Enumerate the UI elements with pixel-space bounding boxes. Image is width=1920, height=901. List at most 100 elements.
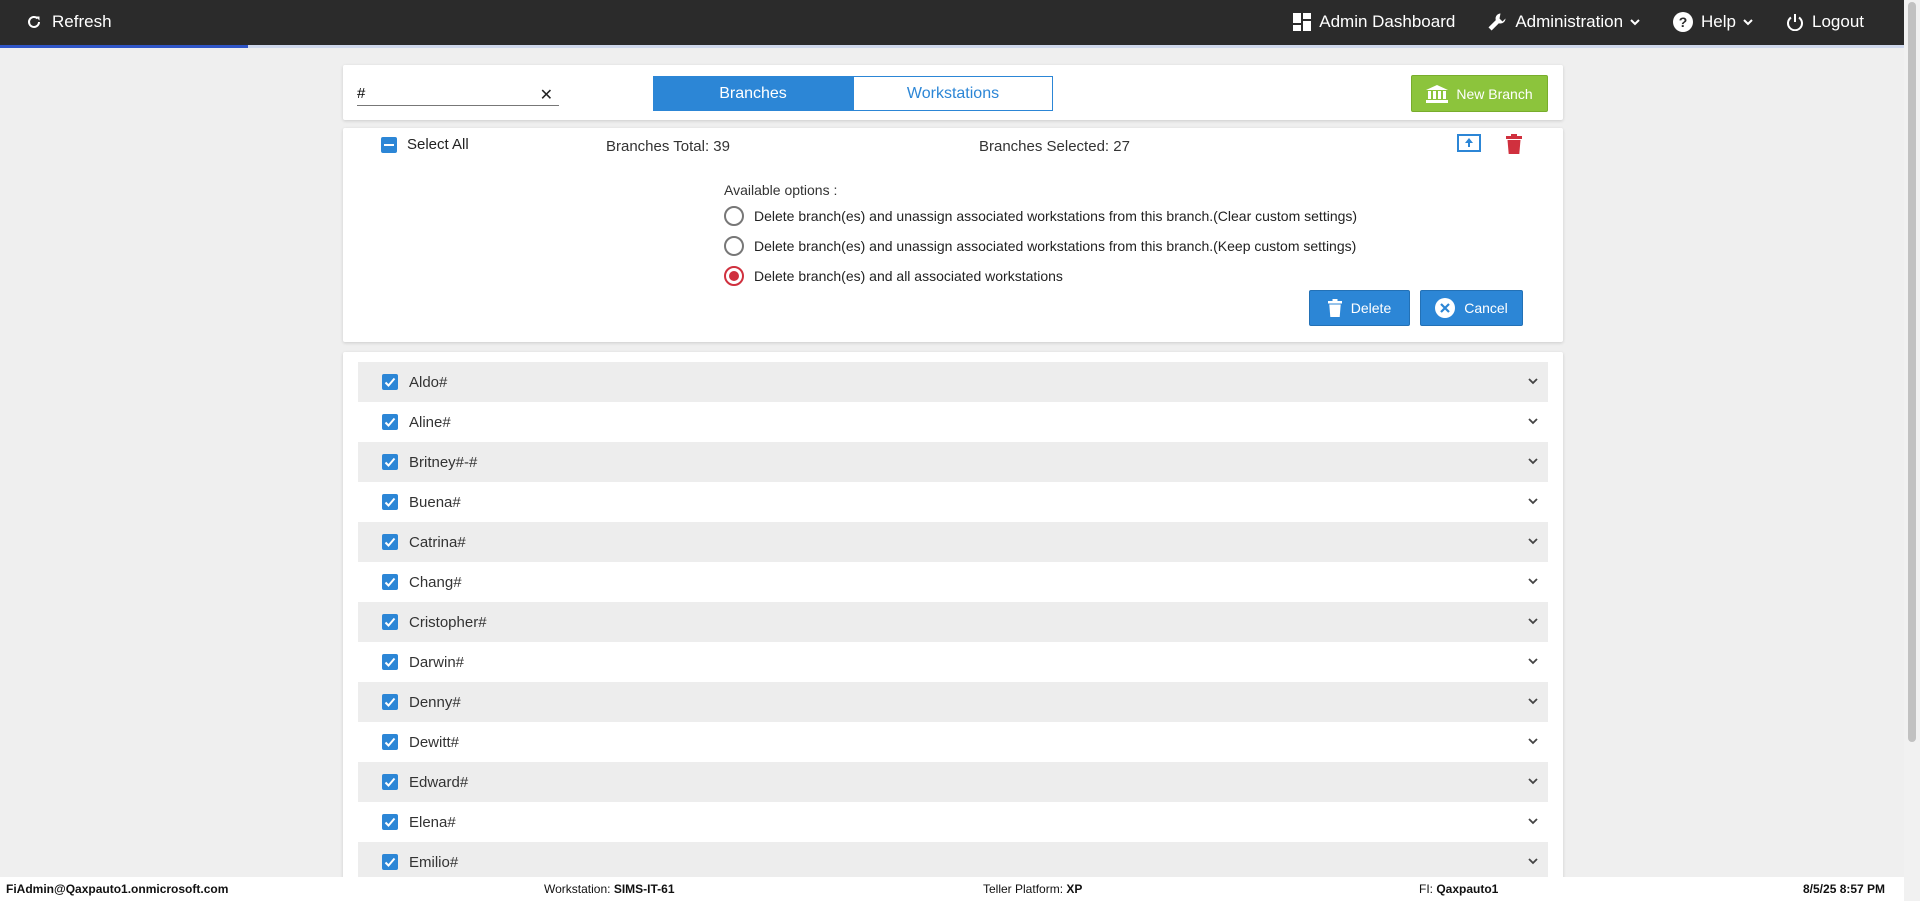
option-clear-custom-settings[interactable]: Delete branch(es) and unassign associate… xyxy=(724,206,1357,226)
expand-row-button[interactable] xyxy=(1526,454,1540,473)
checkmark-icon xyxy=(384,697,396,707)
chevron-down-icon xyxy=(1528,578,1538,585)
option-label: Delete branch(es) and all associated wor… xyxy=(754,268,1063,284)
expand-row-button[interactable] xyxy=(1526,774,1540,793)
cancel-label: Cancel xyxy=(1464,300,1508,316)
branch-name: Dewitt# xyxy=(409,733,460,751)
logout-label: Logout xyxy=(1812,12,1864,31)
wrench-icon xyxy=(1488,13,1506,31)
delete-label: Delete xyxy=(1350,300,1392,316)
branch-checkbox[interactable] xyxy=(382,734,398,750)
logout-button[interactable]: Logout xyxy=(1786,12,1864,32)
branch-row[interactable]: Britney#-# xyxy=(358,442,1548,482)
checkmark-icon xyxy=(384,817,396,827)
expand-row-button[interactable] xyxy=(1526,614,1540,633)
expand-row-button[interactable] xyxy=(1526,654,1540,673)
branch-checkbox[interactable] xyxy=(382,414,398,430)
branch-row[interactable]: Cristopher# xyxy=(358,602,1548,642)
branch-checkbox[interactable] xyxy=(382,534,398,550)
tab-branches[interactable]: Branches xyxy=(653,76,853,111)
branch-row[interactable]: Denny# xyxy=(358,682,1548,722)
branch-row[interactable]: Elena# xyxy=(358,802,1548,842)
footer-workstation-value: SIMS-IT-61 xyxy=(613,882,675,896)
footer-fi-value: Qaxpauto1 xyxy=(1436,882,1499,896)
dashboard-icon xyxy=(1293,13,1312,31)
power-icon xyxy=(1787,14,1803,31)
branch-checkbox[interactable] xyxy=(382,574,398,590)
branch-row[interactable]: Aline# xyxy=(358,402,1548,442)
branch-checkbox[interactable] xyxy=(382,814,398,830)
branch-checkbox[interactable] xyxy=(382,854,398,870)
branch-row[interactable]: Buena# xyxy=(358,482,1548,522)
expand-row-button[interactable] xyxy=(1526,694,1540,713)
expand-row-button[interactable] xyxy=(1526,854,1540,873)
clear-search-icon[interactable]: ✕ xyxy=(540,85,553,105)
help-menu[interactable]: ? Help xyxy=(1673,12,1754,32)
radio-unselected xyxy=(724,236,744,256)
radio-selected xyxy=(724,266,744,286)
chevron-down-icon xyxy=(1528,778,1538,785)
branch-checkbox[interactable] xyxy=(382,494,398,510)
expand-row-button[interactable] xyxy=(1526,734,1540,753)
loading-progress-bar xyxy=(0,45,1904,48)
branch-checkbox[interactable] xyxy=(382,774,398,790)
footer-user: FiAdmin@Qaxpauto1.onmicrosoft.com xyxy=(6,882,229,896)
checkmark-icon xyxy=(384,497,396,507)
branch-checkbox[interactable] xyxy=(382,614,398,630)
footer-platform-value: XP xyxy=(1066,882,1083,896)
chevron-down-icon xyxy=(1528,618,1538,625)
expand-row-button[interactable] xyxy=(1526,814,1540,833)
branch-row[interactable]: Dewitt# xyxy=(358,722,1548,762)
option-label: Delete branch(es) and unassign associate… xyxy=(754,208,1358,224)
export-button[interactable] xyxy=(1457,134,1481,159)
admin-dashboard-link[interactable]: Admin Dashboard xyxy=(1293,12,1455,32)
expand-row-button[interactable] xyxy=(1526,494,1540,513)
scrollbar-thumb[interactable] xyxy=(1908,2,1916,742)
administration-label: Administration xyxy=(1515,12,1624,31)
branch-row[interactable]: Darwin# xyxy=(358,642,1548,682)
branch-checkbox[interactable] xyxy=(382,374,398,390)
bulk-actions-panel: Select All Branches Total: 39 Branches S… xyxy=(343,128,1563,342)
close-circle-icon xyxy=(1435,298,1456,318)
branch-checkbox[interactable] xyxy=(382,654,398,670)
help-label: Help xyxy=(1701,12,1736,31)
checkmark-icon xyxy=(384,657,396,667)
expand-row-button[interactable] xyxy=(1526,534,1540,553)
cancel-button[interactable]: Cancel xyxy=(1420,290,1523,326)
branch-row[interactable]: Chang# xyxy=(358,562,1548,602)
branch-checkbox[interactable] xyxy=(382,694,398,710)
trash-icon xyxy=(1506,134,1522,154)
page-scrollbar[interactable] xyxy=(1904,0,1920,901)
footer-fi-label: FI: xyxy=(1419,882,1433,896)
option-label: Delete branch(es) and unassign associate… xyxy=(754,238,1357,254)
option-keep-custom-settings[interactable]: Delete branch(es) and unassign associate… xyxy=(724,236,1356,256)
branch-row[interactable]: Catrina# xyxy=(358,522,1548,562)
expand-row-button[interactable] xyxy=(1526,574,1540,593)
branch-checkbox[interactable] xyxy=(382,454,398,470)
footer-platform-label: Teller Platform: xyxy=(983,882,1064,896)
administration-menu[interactable]: Administration xyxy=(1487,12,1641,32)
search-input[interactable] xyxy=(357,81,527,105)
chevron-down-icon xyxy=(1528,698,1538,705)
refresh-button[interactable]: Refresh xyxy=(26,12,112,32)
new-branch-button[interactable]: New Branch xyxy=(1411,75,1548,112)
branch-row[interactable]: Aldo# xyxy=(358,362,1548,402)
option-delete-all-workstations[interactable]: Delete branch(es) and all associated wor… xyxy=(724,266,1063,286)
branch-name: Cristopher# xyxy=(409,613,487,631)
branch-name: Aldo# xyxy=(409,373,448,391)
checkmark-icon xyxy=(384,617,396,627)
branch-row[interactable]: Emilio# xyxy=(358,842,1548,882)
delete-button[interactable]: Delete xyxy=(1309,290,1410,326)
select-all-checkbox[interactable]: Select All xyxy=(381,136,469,153)
branch-row[interactable]: Edward# xyxy=(358,762,1548,802)
top-navigation-bar: Refresh Admin Dashboard Administration ?… xyxy=(0,0,1904,45)
checkmark-icon xyxy=(384,417,396,427)
branch-name: Britney#-# xyxy=(409,453,478,471)
checkmark-icon xyxy=(384,537,396,547)
radio-unselected xyxy=(724,206,744,226)
tab-workstations[interactable]: Workstations xyxy=(853,76,1053,111)
expand-row-button[interactable] xyxy=(1526,414,1540,433)
expand-row-button[interactable] xyxy=(1526,374,1540,393)
delete-selected-button[interactable] xyxy=(1506,134,1522,159)
chevron-down-icon xyxy=(1528,498,1538,505)
